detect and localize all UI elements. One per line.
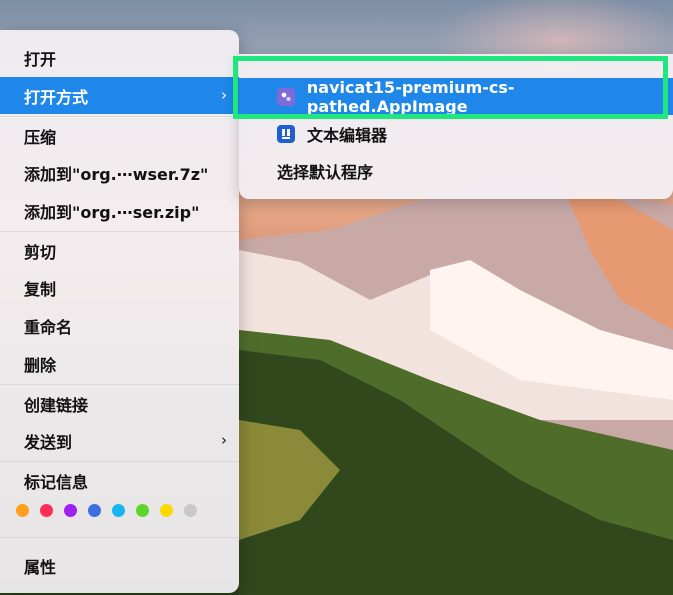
tag-color-dot[interactable] [40, 504, 53, 517]
menu-item-rename[interactable]: 重命名 [0, 307, 239, 344]
menu-item-label: 创建链接 [24, 395, 89, 415]
submenu-item-choose-default[interactable]: 选择默认程序 [239, 152, 673, 189]
menu-item-add-to-7z[interactable]: 添加到"org.⋯wser.7z" [0, 154, 239, 191]
context-menu: 打开 打开方式 › 压缩 添加到"org.⋯wser.7z" 添加到"org.⋯s… [0, 30, 239, 593]
menu-item-delete[interactable]: 删除 [0, 345, 239, 382]
tag-color-dot[interactable] [184, 504, 197, 517]
menu-item-compress[interactable]: 压缩 [0, 117, 239, 154]
submenu-item-navicat[interactable]: navicat15-premium-cs-pathed.AppImage [239, 77, 673, 116]
menu-item-label: 重命名 [24, 317, 73, 337]
tag-color-dot[interactable] [112, 504, 125, 517]
menu-item-label: 标记信息 [24, 472, 89, 492]
submenu-item-text-editor[interactable]: 文本编辑器 [239, 115, 673, 152]
menu-item-copy[interactable]: 复制 [0, 269, 239, 306]
menu-item-properties[interactable]: 属性 [0, 547, 239, 584]
chevron-right-icon: › [221, 86, 227, 104]
appimage-icon [277, 87, 295, 106]
menu-item-label: 删除 [24, 355, 57, 375]
menu-item-open[interactable]: 打开 [0, 39, 239, 76]
tag-color-dot[interactable] [16, 504, 29, 517]
menu-item-label: 添加到"org.⋯ser.zip" [24, 202, 200, 222]
tag-color-dot[interactable] [88, 504, 101, 517]
menu-item-label: 压缩 [24, 127, 57, 147]
submenu-item-label: navicat15-premium-cs-pathed.AppImage [306, 77, 515, 116]
menu-item-label: 属性 [24, 557, 57, 577]
tag-color-dot[interactable] [64, 504, 77, 517]
menu-item-send-to[interactable]: 发送到 › [0, 422, 239, 459]
tag-color-dot[interactable] [160, 504, 173, 517]
menu-item-label: 打开方式 [24, 87, 89, 107]
chevron-right-icon: › [221, 431, 227, 449]
open-with-submenu: navicat15-premium-cs-pathed.AppImage 文本编… [239, 54, 673, 199]
submenu-item-label: 文本编辑器 [307, 125, 388, 145]
tag-color-dot[interactable] [136, 504, 149, 517]
menu-item-tag-info: 标记信息 [0, 462, 239, 499]
menu-item-label: 发送到 [24, 432, 73, 452]
menu-item-cut[interactable]: 剪切 [0, 232, 239, 269]
tag-color-picker [16, 504, 197, 518]
text-editor-icon [277, 124, 295, 143]
menu-item-label: 打开 [24, 49, 57, 69]
menu-item-open-with[interactable]: 打开方式 › [0, 77, 239, 114]
menu-item-label: 复制 [24, 279, 57, 299]
menu-item-label: 添加到"org.⋯wser.7z" [24, 164, 209, 184]
submenu-item-label: 选择默认程序 [277, 162, 374, 182]
menu-item-create-link[interactable]: 创建链接 [0, 385, 239, 422]
menu-item-label: 剪切 [24, 242, 57, 262]
menu-divider [0, 537, 239, 538]
menu-item-add-to-zip[interactable]: 添加到"org.⋯ser.zip" [0, 192, 239, 229]
